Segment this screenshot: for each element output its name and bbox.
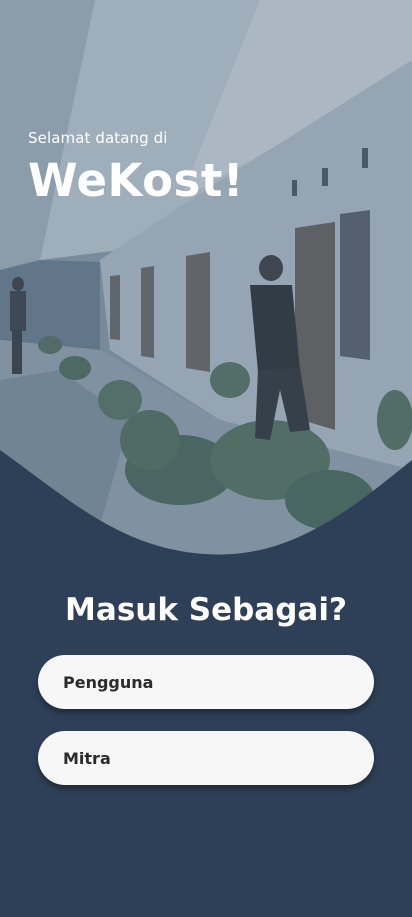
app-brand-title: WeKost! [28,154,244,207]
login-role-question: Masuk Sebagai? [65,592,347,628]
welcome-text: Selamat datang di [28,129,168,147]
hero-section: Selamat datang di WeKost! [0,0,412,560]
login-as-user-button[interactable]: Pengguna [38,655,374,709]
login-as-partner-button[interactable]: Mitra [38,731,374,785]
login-as-user-label: Pengguna [63,672,154,692]
hero-wave-divider [0,450,412,560]
login-as-partner-label: Mitra [63,748,111,768]
